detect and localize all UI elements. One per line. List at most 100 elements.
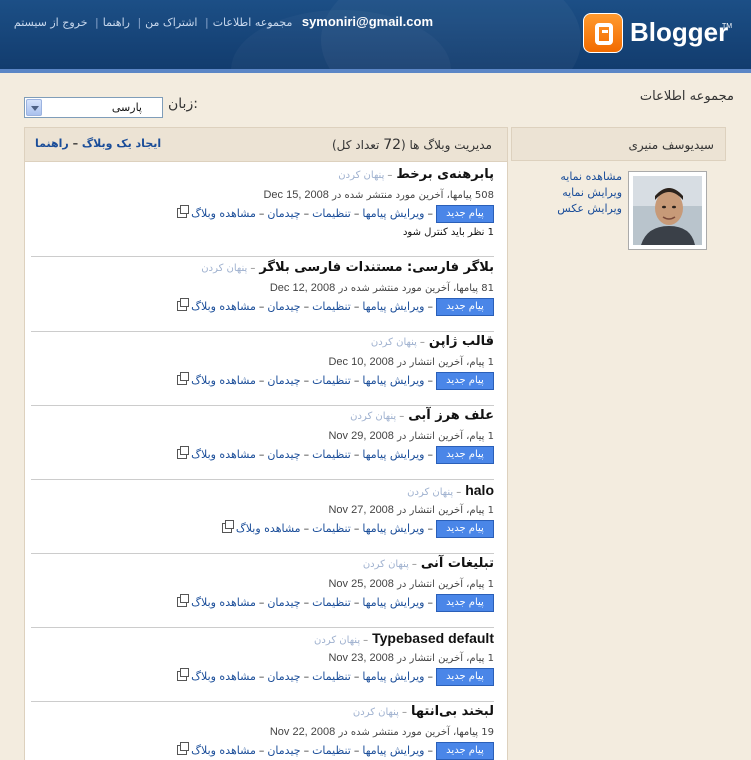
edit-posts-link[interactable]: ویرایش پیامها bbox=[362, 670, 424, 683]
blog-name-link[interactable]: لبخند بی‌انتها bbox=[411, 704, 494, 719]
view-blog-link[interactable]: مشاهده وبلاگ bbox=[191, 207, 256, 220]
blog-name-link[interactable]: علف هرز آبی bbox=[408, 408, 494, 423]
user-email: symoniri@gmail.com bbox=[301, 14, 433, 29]
settings-link[interactable]: تنظیمات bbox=[312, 670, 351, 683]
view-blog-link[interactable]: مشاهده وبلاگ bbox=[191, 670, 256, 683]
blog-title-row: لبخند بی‌انتها –پنهان کردن bbox=[353, 704, 494, 719]
new-post-button[interactable]: پیام جدید bbox=[436, 668, 494, 686]
settings-link[interactable]: تنظیمات bbox=[312, 522, 351, 535]
language-select[interactable]: پارسی bbox=[24, 97, 163, 118]
edit-profile-link[interactable]: ویرایش نمایه bbox=[557, 185, 622, 201]
view-blog-link[interactable]: مشاهده وبلاگ bbox=[236, 522, 301, 535]
edit-posts-link[interactable]: ویرایش پیامها bbox=[362, 596, 424, 609]
blogger-logo[interactable]: Blogger TM bbox=[583, 13, 743, 55]
nav-help[interactable]: راهنما bbox=[103, 16, 130, 29]
new-post-button[interactable]: پیام جدید bbox=[436, 520, 494, 538]
hide-blog: –پنهان کردن bbox=[352, 707, 407, 718]
blog-item: تبلیغات آنی –پنهان کردن 1 پیام، آخرین انتش… bbox=[31, 554, 494, 628]
hide-blog-link[interactable]: پنهان کردن bbox=[371, 337, 417, 348]
settings-link[interactable]: تنظیمات bbox=[312, 374, 351, 387]
view-blog-link[interactable]: مشاهده وبلاگ bbox=[191, 596, 256, 609]
blog-name-link[interactable]: پابرهنه‌ی برخط bbox=[396, 167, 494, 182]
blogs-count: 72 bbox=[383, 137, 402, 153]
new-post-button[interactable]: پیام جدید bbox=[436, 372, 494, 390]
blog-title-row: قالب ژاپن –پنهان کردن bbox=[371, 334, 494, 349]
edit-posts-link[interactable]: ویرایش پیامها bbox=[362, 374, 424, 387]
blog-name-link[interactable]: Typebased default bbox=[372, 630, 494, 646]
hide-blog-link[interactable]: پنهان کردن bbox=[338, 170, 384, 181]
blog-name-link[interactable]: تبلیغات آنی bbox=[421, 556, 494, 571]
hide-blog: –پنهان کردن bbox=[350, 411, 405, 422]
edit-posts-link[interactable]: ویرایش پیامها bbox=[362, 448, 424, 461]
hide-blog-link[interactable]: پنهان کردن bbox=[201, 263, 247, 274]
language-selected-value: پارسی bbox=[111, 101, 142, 114]
view-blog-link[interactable]: مشاهده وبلاگ bbox=[191, 374, 256, 387]
layout-link[interactable]: چیدمان bbox=[267, 448, 300, 461]
external-window-icon[interactable] bbox=[221, 520, 234, 533]
top-header: Blogger TM symoniri@gmail.com مجموعه اطل… bbox=[0, 0, 751, 69]
external-window-icon[interactable] bbox=[177, 298, 190, 311]
layout-link[interactable]: چیدمان bbox=[267, 670, 300, 683]
external-window-icon[interactable] bbox=[177, 446, 190, 459]
blog-name-link[interactable]: قالب ژاپن bbox=[429, 334, 494, 349]
hide-blog-link[interactable]: پنهان کردن bbox=[353, 707, 399, 718]
hide-blog-link[interactable]: پنهان کردن bbox=[350, 411, 396, 422]
profile-name: سیدیوسف منیری bbox=[628, 138, 715, 152]
settings-link[interactable]: تنظیمات bbox=[312, 596, 351, 609]
hide-blog-link[interactable]: پنهان کردن bbox=[314, 635, 360, 646]
blog-title-row: halo–پنهان کردن bbox=[407, 482, 494, 498]
chevron-down-icon[interactable] bbox=[26, 99, 42, 116]
page-title: مجموعه اطلاعات bbox=[639, 89, 734, 104]
blog-item: لبخند بی‌انتها –پنهان کردن 19 پیامها، آخری… bbox=[31, 702, 494, 760]
blog-stats: 1 پیام، آخرین انتشار در Nov 23, 2008 bbox=[328, 652, 494, 664]
edit-posts-link[interactable]: ویرایش پیامها bbox=[362, 744, 424, 757]
blog-item: علف هرز آبی–پنهان کردن 1 پیام، آخرین انتش… bbox=[31, 406, 494, 480]
external-window-icon[interactable] bbox=[177, 668, 190, 681]
external-window-icon[interactable] bbox=[177, 372, 190, 385]
blogs-panel: مدیریت وبلاگ ها (72 تعداد کل) ایجاد یک و… bbox=[24, 127, 508, 760]
new-post-button[interactable]: پیام جدید bbox=[436, 446, 494, 464]
hide-blog-link[interactable]: پنهان کردن bbox=[407, 487, 453, 498]
hide-blog-link[interactable]: پنهان کردن bbox=[363, 559, 409, 570]
settings-link[interactable]: تنظیمات bbox=[312, 300, 351, 313]
new-post-button[interactable]: پیام جدید bbox=[436, 298, 494, 316]
external-window-icon[interactable] bbox=[177, 205, 190, 218]
settings-link[interactable]: تنظیمات bbox=[312, 207, 351, 220]
external-window-icon[interactable] bbox=[177, 594, 190, 607]
nav-dashboard[interactable]: مجموعه اطلاعات bbox=[213, 16, 293, 29]
edit-posts-link[interactable]: ویرایش پیامها bbox=[362, 300, 424, 313]
layout-link[interactable]: چیدمان bbox=[267, 744, 300, 757]
blog-stats: 1 پیام، آخرین انتشار در Nov 29, 2008 bbox=[328, 430, 494, 442]
external-window-icon[interactable] bbox=[177, 742, 190, 755]
new-post-button[interactable]: پیام جدید bbox=[436, 742, 494, 760]
blog-item: بلاگر فارسی: مستندات فارسی بلاگر–پنهان ک… bbox=[31, 258, 494, 332]
edit-posts-link[interactable]: ویرایش پیامها bbox=[362, 207, 424, 220]
new-post-button[interactable]: پیام جدید bbox=[436, 594, 494, 612]
view-blog-link[interactable]: مشاهده وبلاگ bbox=[191, 448, 256, 461]
header-divider bbox=[0, 69, 751, 73]
create-blog-link[interactable]: ایجاد یک وبلاگ bbox=[82, 137, 161, 150]
blog-actions: پیام جدید–ویرایش پیامها–تنظیمات–مشاهده و… bbox=[221, 520, 494, 538]
avatar-photo-icon bbox=[633, 176, 702, 245]
settings-link[interactable]: تنظیمات bbox=[312, 744, 351, 757]
help-link[interactable]: راهنما bbox=[35, 137, 69, 150]
view-blog-link[interactable]: مشاهده وبلاگ bbox=[191, 300, 256, 313]
layout-link[interactable]: چیدمان bbox=[267, 374, 300, 387]
blog-actions: پیام جدید–ویرایش پیامها–تنظیمات–چیدمان–م… bbox=[177, 205, 494, 223]
settings-link[interactable]: تنظیمات bbox=[312, 448, 351, 461]
edit-photo-link[interactable]: ویرایش عکس bbox=[557, 201, 622, 217]
layout-link[interactable]: چیدمان bbox=[267, 596, 300, 609]
view-profile-link[interactable]: مشاهده نمایه bbox=[557, 169, 622, 185]
layout-link[interactable]: چیدمان bbox=[267, 207, 300, 220]
blog-name-link[interactable]: halo bbox=[465, 482, 494, 498]
edit-posts-link[interactable]: ویرایش پیامها bbox=[362, 522, 424, 535]
nav-sign-out[interactable]: خروج از سیستم bbox=[14, 16, 88, 29]
layout-link[interactable]: چیدمان bbox=[267, 300, 300, 313]
view-blog-link[interactable]: مشاهده وبلاگ bbox=[191, 744, 256, 757]
blog-name-link[interactable]: بلاگر فارسی: مستندات فارسی بلاگر bbox=[259, 260, 494, 275]
blogs-panel-title: مدیریت وبلاگ ها (72 تعداد کل) bbox=[331, 137, 492, 153]
avatar[interactable] bbox=[628, 171, 707, 250]
profile-links: مشاهده نمایه ویرایش نمایه ویرایش عکس bbox=[557, 169, 622, 217]
nav-my-account[interactable]: اشتراک من bbox=[145, 16, 197, 29]
new-post-button[interactable]: پیام جدید bbox=[436, 205, 494, 223]
